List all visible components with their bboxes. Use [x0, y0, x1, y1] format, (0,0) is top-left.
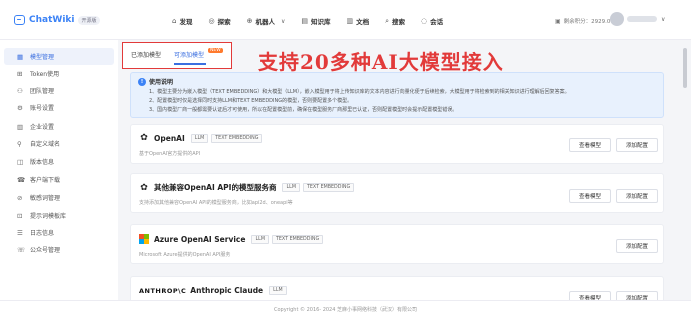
- sidebar-item-custom-domain[interactable]: ⚲ 自定义域名: [4, 135, 114, 152]
- block-icon: ⊘: [17, 193, 23, 202]
- chat-icon: ◌: [421, 17, 428, 25]
- anthropic-icon: ANTHROP\C: [139, 286, 187, 295]
- provider-card-openai-compatible: ✿ 其他兼容OpenAI API的模型服务商 LLM TEXT EMBEDDIN…: [130, 173, 664, 213]
- sidebar-item-logs[interactable]: ☰ 日志信息: [4, 224, 114, 241]
- sidebar-item-client-download[interactable]: ☎ 客户端下载: [4, 171, 114, 188]
- tab-available-models[interactable]: 可添加模型: [174, 50, 204, 59]
- tab-added-models[interactable]: 已添加模型: [131, 50, 161, 59]
- microsoft-icon: [139, 234, 149, 244]
- grid-icon: ▦: [17, 52, 24, 61]
- nav-sessions[interactable]: ◌ 会话: [421, 16, 443, 26]
- sidebar-item-version-info[interactable]: ◫ 版本信息: [4, 153, 114, 170]
- credits-display: ▣ 剩余积分：2929.000: [555, 17, 618, 26]
- sidebar-item-account-settings[interactable]: ⚙ 账号设置: [4, 99, 114, 116]
- instructions-line: 3、国内模型厂商一般都需要认证后才可使用，所以在配置模型前，确保在模型服务厂商那…: [149, 107, 458, 113]
- book-icon: ▤: [301, 17, 308, 25]
- provider-name: Azure OpenAI Service: [154, 234, 246, 244]
- sidebar-item-token-usage[interactable]: ⊞ Token使用: [4, 65, 114, 82]
- nav-robots[interactable]: ⊕ 机器人 ∨: [247, 16, 286, 26]
- instructions-line: 1、模型主要分为嵌入模型（TEXT EMBEDDING）和大模型（LLM），嵌入…: [149, 89, 570, 95]
- provider-name: OpenAI: [154, 133, 185, 143]
- app-name: ChatWiki: [29, 15, 75, 25]
- new-badge: NEW: [208, 48, 223, 53]
- instructions-line: 2、配置模型时仅是选择同时支持LLM和TEXT EMBEDDING的模型，否则要…: [149, 98, 353, 104]
- search-icon: ⌕: [385, 16, 390, 25]
- nav-search[interactable]: ⌕ 搜索: [385, 16, 405, 27]
- sidebar-item-enterprise-settings[interactable]: ▥ 企业设置: [4, 118, 114, 135]
- wallet-icon: ▣: [555, 17, 561, 25]
- nav-documents[interactable]: ▥ 文档: [346, 16, 369, 26]
- tag-llm: LLM: [190, 133, 209, 143]
- user-menu[interactable]: ∨: [610, 12, 665, 26]
- tag-text-embedding: TEXT EMBEDDING: [211, 133, 263, 143]
- provider-card-openai: ✿ OpenAI LLM TEXT EMBEDDING 基于OpenAI官方提供…: [130, 124, 664, 164]
- username-blurred: [627, 16, 657, 22]
- top-nav: ⌂ 发现 ◎ 探索 ⊕ 机器人 ∨ ▤ 知识库 ▥ 文档 ⌕ 搜索 ◌ 会话: [172, 16, 459, 27]
- robot-icon: ⊕: [246, 17, 253, 25]
- tag-llm: LLM: [251, 234, 269, 244]
- info-icon: !: [138, 77, 146, 86]
- add-config-button[interactable]: 添加配置: [616, 138, 658, 152]
- promo-annotation: 支持20多种AI大模型接入: [258, 50, 504, 74]
- avatar: [610, 12, 624, 26]
- add-config-button[interactable]: 添加配置: [616, 189, 658, 203]
- log-icon: ☰: [17, 228, 23, 237]
- app-logo[interactable]: ChatWiki 开源版: [14, 15, 100, 25]
- sidebar: ▦ 模型管理 ⊞ Token使用 ⚇ 团队管理 ⚙ 账号设置 ▥ 企业设置 ⚲ 自定义域名 …: [0, 40, 118, 300]
- tag-text-embedding: TEXT EMBEDDING: [271, 234, 324, 244]
- footer: Copyright © 2016- 2024 芝麻小事网络科技（武汉）有限公司: [0, 300, 691, 327]
- domain-icon: ⚲: [17, 139, 22, 148]
- chevron-down-icon: ∨: [280, 17, 286, 25]
- nav-discover[interactable]: ⌂ 发现: [172, 16, 192, 26]
- document-icon: ▥: [346, 17, 354, 25]
- version-icon: ◫: [17, 157, 24, 166]
- team-icon: ⚇: [17, 86, 23, 95]
- edition-badge: 开源版: [78, 15, 100, 25]
- main-content: 已添加模型 可添加模型 NEW 支持20多种AI大模型接入 ! 使用说明 1、模型…: [118, 40, 691, 316]
- wechat-icon: ☏: [17, 245, 26, 254]
- provider-name: Anthropic Claude: [190, 286, 264, 295]
- chatwiki-logo-icon: [14, 15, 25, 25]
- provider-description: 基于OpenAI官方提供的API: [139, 151, 201, 157]
- instructions-title: 使用说明: [149, 79, 174, 86]
- provider-name: 其他兼容OpenAI API的模型服务商: [154, 183, 277, 192]
- active-tab-indicator: [174, 63, 206, 65]
- provider-description: 支持添加其他兼容OpenAI API的模型服务商，比如api2d、oneapi等: [139, 200, 293, 206]
- tag-text-embedding: TEXT EMBEDDING: [302, 183, 355, 192]
- model-tabs: 已添加模型 可添加模型 NEW: [122, 42, 232, 69]
- copyright-text: Copyright © 2016- 2024 芝麻小事网络科技（武汉）有限公司: [273, 307, 418, 313]
- token-icon: ⊞: [17, 69, 23, 78]
- compass-icon: ◎: [208, 17, 215, 25]
- provider-card-azure-openai: Azure OpenAI Service LLM TEXT EMBEDDING …: [130, 224, 664, 264]
- sidebar-item-model-management[interactable]: ▦ 模型管理: [4, 48, 114, 65]
- nav-knowledge-base[interactable]: ▤ 知识库: [301, 16, 330, 26]
- usage-instructions: ! 使用说明 1、模型主要分为嵌入模型（TEXT EMBEDDING）和大模型（L…: [130, 72, 664, 118]
- provider-description: Microsoft Azure提供的OpenAI API服务: [139, 252, 231, 258]
- view-models-button[interactable]: 查看模型: [569, 189, 611, 203]
- chevron-down-icon: ∨: [661, 15, 666, 23]
- home-icon: ⌂: [172, 17, 177, 25]
- top-bar: ChatWiki 开源版 ⌂ 发现 ◎ 探索 ⊕ 机器人 ∨ ▤ 知识库 ▥ 文档 ⌕ 搜索 …: [0, 0, 691, 40]
- openai-icon: ✿: [140, 182, 148, 193]
- add-config-button[interactable]: 添加配置: [616, 239, 658, 253]
- sidebar-item-sensitive-words[interactable]: ⊘ 敏感词管理: [4, 189, 114, 206]
- sidebar-item-official-accounts[interactable]: ☏ 公众号管理: [4, 241, 114, 258]
- tag-llm: LLM: [269, 286, 287, 295]
- openai-icon: ✿: [140, 133, 148, 143]
- building-icon: ▥: [17, 122, 24, 131]
- download-icon: ☎: [17, 175, 26, 184]
- scrollbar[interactable]: [683, 48, 687, 88]
- gear-icon: ⚙: [17, 103, 23, 112]
- sidebar-item-team-management[interactable]: ⚇ 团队管理: [4, 82, 114, 99]
- view-models-button[interactable]: 查看模型: [569, 138, 611, 152]
- nav-explore[interactable]: ◎ 探索: [208, 16, 230, 26]
- tag-llm: LLM: [282, 183, 300, 192]
- sidebar-item-prompt-templates[interactable]: ⊡ 提示词模板库: [4, 207, 114, 224]
- template-icon: ⊡: [17, 211, 23, 220]
